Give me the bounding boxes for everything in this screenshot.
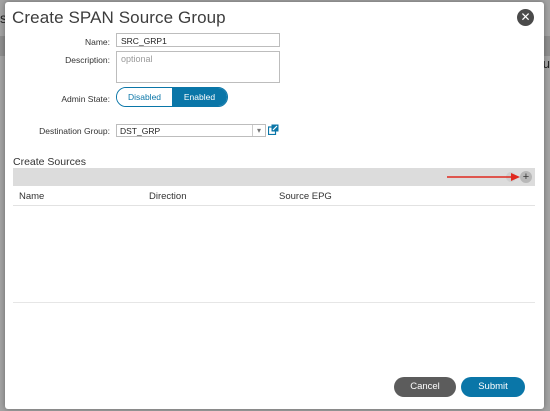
admin-state-toggle: Disabled Enabled <box>116 87 228 107</box>
create-sources-title: Create Sources <box>13 156 86 168</box>
chevron-down-icon[interactable]: ▾ <box>252 125 265 136</box>
name-field[interactable]: SRC_GRP1 <box>116 33 280 47</box>
dialog-title: Create SPAN Source Group <box>12 8 226 27</box>
create-span-source-group-dialog: Create SPAN Source Group ✕ Name: SRC_GRP… <box>5 2 544 409</box>
destination-group-value: DST_GRP <box>120 126 161 136</box>
annotation-arrow-icon <box>447 173 520 181</box>
submit-button[interactable]: Submit <box>461 377 525 397</box>
column-direction[interactable]: Direction <box>149 191 187 202</box>
column-name[interactable]: Name <box>19 191 44 202</box>
open-external-icon[interactable] <box>268 124 279 135</box>
destination-group-label: Destination Group: <box>39 126 110 136</box>
description-field[interactable]: optional <box>116 51 280 83</box>
admin-state-disabled-option[interactable]: Disabled <box>117 88 172 106</box>
admin-state-label: Admin State: <box>61 94 110 104</box>
close-icon[interactable]: ✕ <box>517 9 534 26</box>
destination-group-select[interactable]: DST_GRP ▾ <box>116 124 266 137</box>
description-label: Description: <box>65 55 110 65</box>
admin-state-enabled-option[interactable]: Enabled <box>172 88 227 106</box>
column-source-epg[interactable]: Source EPG <box>279 191 332 202</box>
sources-table-body <box>13 206 535 303</box>
name-label: Name: <box>84 37 110 47</box>
cancel-button[interactable]: Cancel <box>394 377 456 397</box>
sources-table-header: Name Direction Source EPG <box>13 189 535 206</box>
